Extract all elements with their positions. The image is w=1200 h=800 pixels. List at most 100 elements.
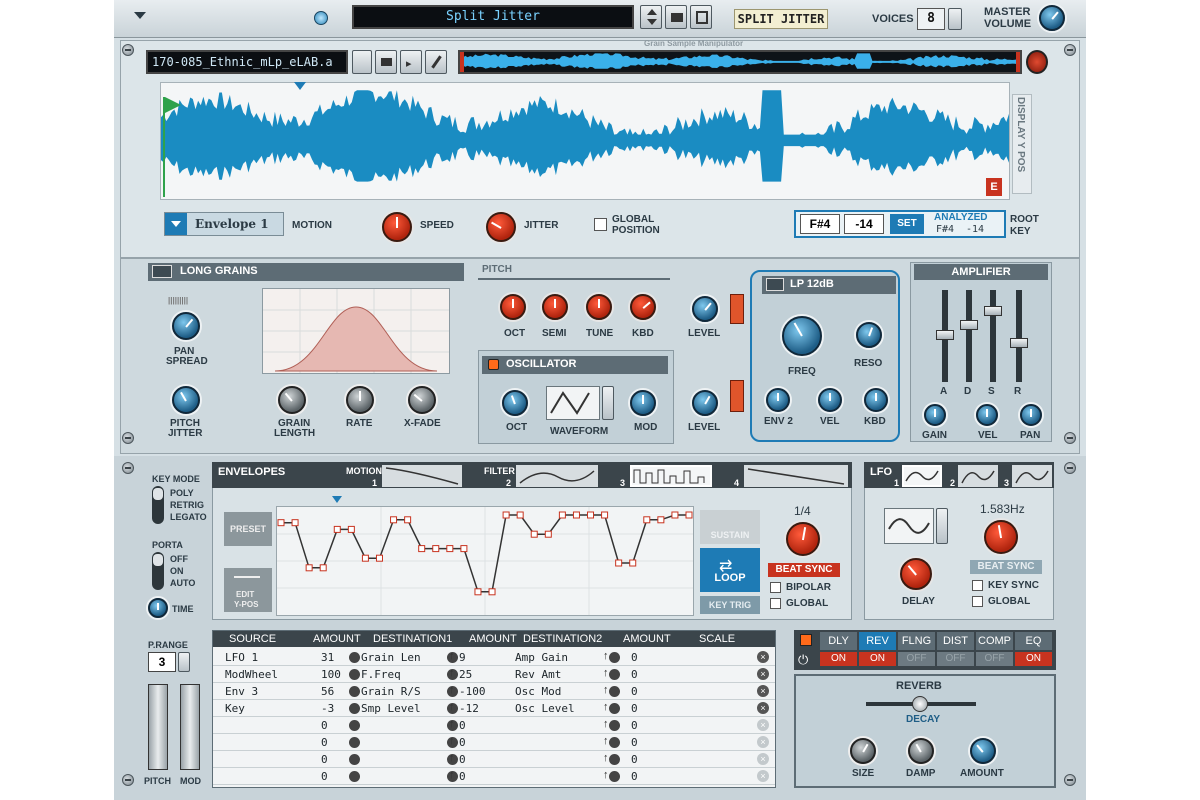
edit-sample-button[interactable] (425, 50, 447, 74)
up-arrow-icon[interactable]: ↑ (449, 701, 455, 713)
fx-on-led[interactable] (800, 634, 812, 646)
amount-knob[interactable] (609, 771, 620, 782)
osc-route-toggle[interactable] (730, 380, 744, 412)
reverb-size-knob[interactable] (850, 738, 876, 764)
pitch-wheel[interactable] (148, 684, 168, 770)
grain-length-knob[interactable] (278, 386, 306, 414)
fx-state-flng[interactable]: OFF (898, 652, 935, 666)
fx-state-eq[interactable]: ON (1015, 652, 1052, 666)
rate-knob[interactable] (346, 386, 374, 414)
clear-row-icon[interactable]: × (757, 719, 769, 731)
up-arrow-icon[interactable]: ↑ (603, 718, 609, 730)
sustain-slider[interactable] (984, 306, 1002, 316)
sustain-button[interactable]: SUSTAIN (700, 510, 760, 544)
filter-vel-knob[interactable] (818, 388, 842, 412)
table-row[interactable]: 0 0 0 ↑ ↑ × (213, 751, 775, 768)
up-arrow-icon[interactable]: ↑ (603, 769, 609, 781)
amount-knob[interactable] (349, 720, 360, 731)
fx-tab-dist[interactable]: DIST (937, 632, 974, 650)
envelope-editor[interactable] (276, 506, 694, 616)
up-arrow-icon[interactable]: ↑ (449, 769, 455, 781)
amount-knob[interactable] (609, 754, 620, 765)
release-slider[interactable] (1010, 338, 1028, 348)
global-position-checkbox[interactable] (594, 218, 607, 231)
osc-level-knob[interactable] (692, 390, 718, 416)
lfo-1-tab[interactable] (902, 465, 942, 487)
kbd-knob[interactable] (630, 294, 656, 320)
porta-time-knob[interactable] (148, 598, 168, 618)
fx-state-comp[interactable]: OFF (976, 652, 1013, 666)
key-sync-checkbox[interactable] (972, 580, 983, 591)
amount-knob[interactable] (349, 703, 360, 714)
grain-type-bar[interactable]: LONG GRAINS (148, 263, 464, 281)
speed-knob[interactable] (382, 212, 412, 242)
up-arrow-icon[interactable]: ↑ (449, 684, 455, 696)
end-marker[interactable]: E (986, 178, 1002, 196)
amount-knob[interactable] (349, 652, 360, 663)
fx-state-dly[interactable]: ON (820, 652, 857, 666)
lfo-beat-sync-button[interactable]: BEAT SYNC (970, 560, 1042, 574)
prange-value[interactable]: 3 (148, 652, 176, 672)
amount-knob[interactable] (609, 737, 620, 748)
mod-cell[interactable]: Amp Gain (515, 651, 568, 664)
osc-mod-knob[interactable] (630, 390, 656, 416)
up-arrow-icon[interactable]: ↑ (603, 650, 609, 662)
env-rate-knob[interactable] (786, 522, 820, 556)
lfo-waveform-stepper[interactable] (936, 508, 948, 544)
power-icon[interactable]: ⏻ (798, 652, 808, 668)
fx-tab-flng[interactable]: FLNG (898, 632, 935, 650)
waveform-display[interactable] (160, 82, 1010, 200)
up-arrow-icon[interactable]: ↑ (603, 667, 609, 679)
up-arrow-icon[interactable]: ↑ (449, 667, 455, 679)
env-1-tab[interactable] (382, 465, 462, 487)
clear-row-icon[interactable]: × (757, 668, 769, 680)
key-mode-switch[interactable] (152, 486, 164, 524)
up-arrow-icon[interactable]: ↑ (449, 735, 455, 747)
release-slider-track[interactable] (1016, 290, 1022, 382)
sample-overview[interactable] (458, 50, 1022, 74)
env-edit-ypos-button[interactable]: EDIT Y-POS (224, 568, 272, 612)
decay-slider-track[interactable] (966, 290, 972, 382)
lfo-3-tab[interactable] (1012, 465, 1052, 487)
patch-arrows-button[interactable] (640, 5, 662, 29)
attack-slider[interactable] (936, 330, 954, 340)
root-tune-value[interactable]: -14 (844, 214, 884, 234)
filter-reso-knob[interactable] (856, 322, 882, 348)
voices-stepper[interactable] (948, 8, 962, 30)
fx-tab-rev[interactable]: REV (859, 632, 896, 650)
patch-name-display[interactable]: Split Jitter (352, 5, 634, 29)
mod-cell[interactable]: Smp Level (361, 702, 421, 715)
env-2-tab[interactable] (516, 465, 598, 487)
amp-gain-knob[interactable] (924, 404, 946, 426)
amount-knob[interactable] (609, 686, 620, 697)
sample-select-arrows[interactable] (352, 50, 372, 74)
amp-vel-knob[interactable] (976, 404, 998, 426)
osc-oct-knob-2[interactable] (502, 390, 528, 416)
mod-cell[interactable]: Rev Amt (515, 668, 561, 681)
display-y-pos-slider[interactable]: DISPLAY Y POS (1012, 94, 1032, 194)
browse-patch-button[interactable] (665, 5, 687, 29)
save-patch-button[interactable] (690, 5, 712, 29)
env-3-tab[interactable] (630, 465, 712, 487)
table-row[interactable]: Key -3 Smp Level -12 Osc Level 0 ↑ ↑ × (213, 700, 775, 717)
up-arrow-icon[interactable]: ↑ (449, 650, 455, 662)
mod-cell[interactable]: LFO 1 (225, 651, 258, 664)
semi-knob[interactable] (542, 294, 568, 320)
porta-switch[interactable] (152, 552, 164, 590)
mod-cell[interactable]: Key (225, 702, 245, 715)
clear-row-icon[interactable]: × (757, 651, 769, 663)
lfo-delay-knob[interactable] (900, 558, 932, 590)
pitch-jitter-knob[interactable] (172, 386, 200, 414)
table-row[interactable]: Env 3 56 Grain R/S -100 Osc Mod 0 ↑ ↑ × (213, 683, 775, 700)
reverb-damp-knob[interactable] (908, 738, 934, 764)
table-row[interactable]: 0 0 0 ↑ ↑ × (213, 717, 775, 734)
sustain-slider-track[interactable] (990, 290, 996, 382)
up-arrow-icon[interactable]: ↑ (603, 735, 609, 747)
amount-knob[interactable] (609, 720, 620, 731)
record-sample-button[interactable] (1026, 50, 1048, 74)
reverb-decay-slider[interactable] (912, 696, 928, 712)
sample-level-knob[interactable] (692, 296, 718, 322)
up-arrow-icon[interactable]: ↑ (449, 752, 455, 764)
clear-row-icon[interactable]: × (757, 770, 769, 782)
xfade-knob[interactable] (408, 386, 436, 414)
